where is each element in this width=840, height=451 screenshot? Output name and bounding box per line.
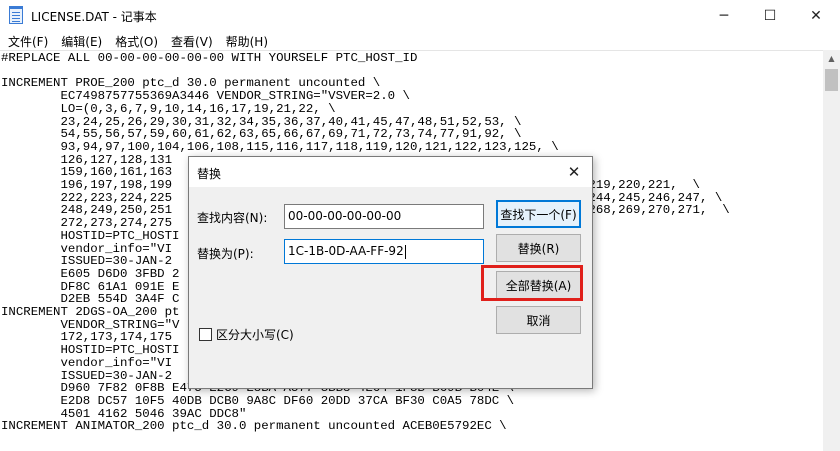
menu-format[interactable]: 格式(O)	[115, 33, 158, 50]
menu-bar: 文件(F) 编辑(E) 格式(O) 查看(V) 帮助(H)	[0, 31, 840, 51]
menu-edit[interactable]: 编辑(E)	[61, 33, 102, 50]
match-case-checkbox[interactable]	[199, 328, 212, 341]
match-case-label: 区分大小写(C)	[216, 328, 294, 342]
notepad-icon	[9, 6, 23, 24]
replace-button[interactable]: 替换(R)	[496, 234, 581, 262]
menu-view[interactable]: 查看(V)	[171, 33, 213, 50]
menu-file[interactable]: 文件(F)	[8, 33, 48, 50]
replace-input-value: 1C-1B-0D-AA-FF-92	[288, 244, 404, 258]
minimize-button[interactable]: ─	[701, 0, 747, 31]
vertical-scrollbar[interactable]: ▲	[823, 50, 840, 451]
find-label: 查找内容(N):	[197, 211, 268, 225]
find-next-button[interactable]: 查找下一个(F)	[496, 200, 581, 228]
scroll-up-arrow-icon[interactable]: ▲	[823, 50, 840, 67]
dialog-title: 替换	[197, 167, 222, 181]
replace-label: 替换为(P):	[197, 247, 254, 261]
replace-all-highlight	[481, 265, 583, 301]
title-bar: LICENSE.DAT - 记事本 ─ ☐ ✕	[0, 0, 840, 31]
menu-help[interactable]: 帮助(H)	[226, 33, 268, 50]
scrollbar-thumb[interactable]	[825, 69, 838, 91]
replace-input[interactable]: 1C-1B-0D-AA-FF-92	[284, 239, 484, 264]
cancel-button[interactable]: 取消	[496, 306, 581, 334]
find-input[interactable]: 00-00-00-00-00-00	[284, 204, 484, 229]
maximize-button[interactable]: ☐	[747, 0, 793, 31]
window-title: LICENSE.DAT - 记事本	[31, 10, 157, 24]
dialog-close-button[interactable]: ✕	[560, 159, 588, 185]
match-case-option[interactable]: 区分大小写(C)	[199, 326, 294, 343]
text-caret	[404, 244, 406, 259]
dialog-title-bar: 替换 ✕	[189, 157, 592, 187]
close-button[interactable]: ✕	[793, 0, 839, 31]
